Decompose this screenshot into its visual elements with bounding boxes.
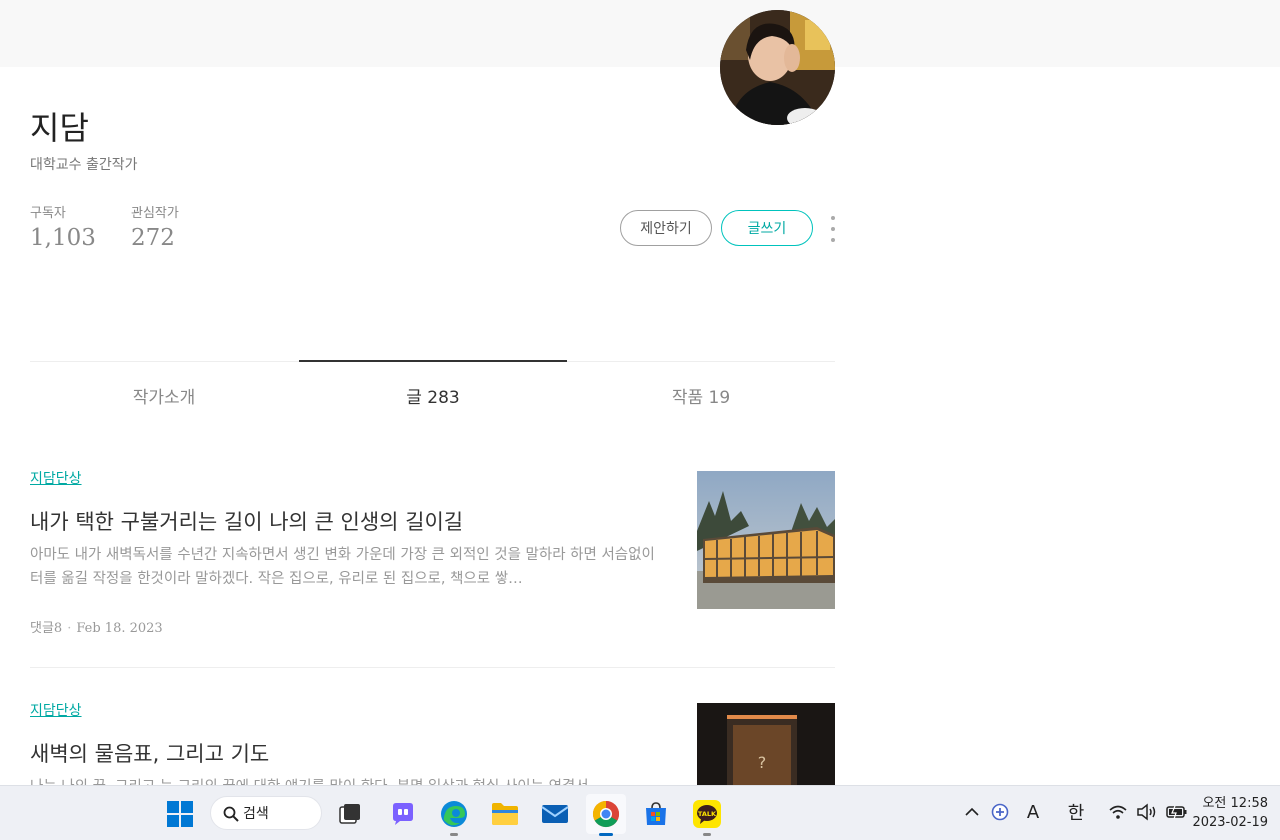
edge-browser-app[interactable] xyxy=(436,796,472,836)
author-description: 대학교수 출간작가 xyxy=(30,157,138,173)
wifi-icon xyxy=(1109,805,1127,819)
article-category[interactable]: 지담단상 xyxy=(30,468,82,488)
kakaotalk-icon: TALK xyxy=(693,800,721,828)
chat-icon xyxy=(393,803,413,825)
tab-works[interactable]: 작품 19 xyxy=(567,383,835,408)
article-date: Feb 18. 2023 xyxy=(76,621,163,636)
search-icon xyxy=(223,806,239,822)
show-hidden-icons[interactable] xyxy=(962,800,982,824)
write-button[interactable]: 글쓰기 xyxy=(721,210,813,246)
brunch-author-page: 지담 대학교수 출간작가 구독자 1,103 관심작가 272 제안하기 글쓰기… xyxy=(0,0,1280,785)
following-stat[interactable]: 관심작가 272 xyxy=(131,202,179,251)
volume-icon xyxy=(1137,803,1156,821)
folder-icon xyxy=(492,803,518,825)
battery-icon xyxy=(1166,805,1187,820)
author-avatar[interactable] xyxy=(720,10,835,125)
microsoft-store-app[interactable] xyxy=(638,796,674,832)
chrome-browser-app[interactable] xyxy=(586,794,626,836)
article-thumbnail[interactable]: ? xyxy=(697,703,835,785)
profile-cover-band xyxy=(0,0,1280,67)
plus-circle-icon xyxy=(991,803,1009,821)
mail-app[interactable] xyxy=(537,796,573,832)
article-excerpt[interactable]: 나는 나의 끝, 그리고 눈 그리의 끝에 대한 얘기를 많이 한다. 분명 일… xyxy=(30,775,655,785)
tab-posts[interactable]: 글 283 xyxy=(299,383,567,408)
teams-chat-app[interactable] xyxy=(385,796,421,832)
system-clock[interactable]: 오전 12:58 2023-02-19 xyxy=(1192,794,1268,832)
active-app-indicator xyxy=(599,833,613,836)
article-item: 지담단상 새벽의 물음표, 그리고 기도 나는 나의 끝, 그리고 눈 그리의 … xyxy=(30,700,835,785)
start-button[interactable] xyxy=(162,796,198,832)
article-thumbnail[interactable] xyxy=(697,471,835,609)
running-indicator xyxy=(703,833,711,836)
subscriber-label: 구독자 xyxy=(30,206,66,221)
propose-button[interactable]: 제안하기 xyxy=(620,210,712,246)
windows-logo-icon xyxy=(167,801,193,827)
clock-date: 2023-02-19 xyxy=(1192,815,1268,830)
file-explorer-app[interactable] xyxy=(487,796,523,832)
subscriber-count: 1,103 xyxy=(30,225,96,251)
input-language-label: 한 xyxy=(1067,803,1085,824)
running-indicator xyxy=(450,833,458,836)
tray-app-button[interactable] xyxy=(990,800,1010,824)
search-label: 검색 xyxy=(243,806,269,822)
task-view-button[interactable] xyxy=(332,796,368,832)
active-tab-indicator xyxy=(299,360,567,362)
store-icon xyxy=(646,802,666,825)
article-title[interactable]: 새벽의 물음표, 그리고 기도 xyxy=(30,738,269,768)
quick-settings-button[interactable] xyxy=(1108,800,1188,824)
following-label: 관심작가 xyxy=(131,206,179,221)
tab-author-intro[interactable]: 작가소개 xyxy=(30,383,298,408)
edge-icon xyxy=(441,801,467,827)
subscriber-stat[interactable]: 구독자 1,103 xyxy=(30,202,96,251)
article-category[interactable]: 지담단상 xyxy=(30,700,82,720)
svg-text:TALK: TALK xyxy=(698,810,717,818)
author-name: 지담 xyxy=(30,109,89,147)
chrome-icon xyxy=(592,800,620,828)
article-title[interactable]: 내가 택한 구불거리는 길이 나의 큰 인생의 길이길 xyxy=(30,506,463,536)
mail-icon xyxy=(541,805,569,823)
taskbar-search[interactable]: 검색 xyxy=(210,796,322,830)
clock-time: 오전 12:58 xyxy=(1202,796,1268,811)
article-comments: 댓글8 xyxy=(30,621,63,636)
svg-text:?: ? xyxy=(758,753,767,772)
article-excerpt[interactable]: 아마도 내가 새벽독서를 수년간 지속하면서 생긴 변화 가운데 가장 큰 외적… xyxy=(30,543,655,591)
ime-letter: A xyxy=(1026,801,1040,823)
meta-separator: · xyxy=(67,621,72,636)
windows-taskbar: 검색 TALK A 한 오전 12:58 2023-02-19 xyxy=(0,785,1280,840)
article-meta: 댓글8 · Feb 18. 2023 xyxy=(30,617,163,636)
chevron-up-icon xyxy=(965,807,979,816)
kakaotalk-app[interactable]: TALK xyxy=(689,796,725,836)
ime-mode-button[interactable]: A xyxy=(1022,800,1044,824)
input-language-button[interactable]: 한 xyxy=(1064,800,1088,824)
task-view-icon xyxy=(339,804,360,824)
following-count: 272 xyxy=(131,225,175,251)
article-item: 지담단상 내가 택한 구불거리는 길이 나의 큰 인생의 길이길 아마도 내가 … xyxy=(30,468,835,668)
more-options-icon[interactable] xyxy=(828,216,838,242)
